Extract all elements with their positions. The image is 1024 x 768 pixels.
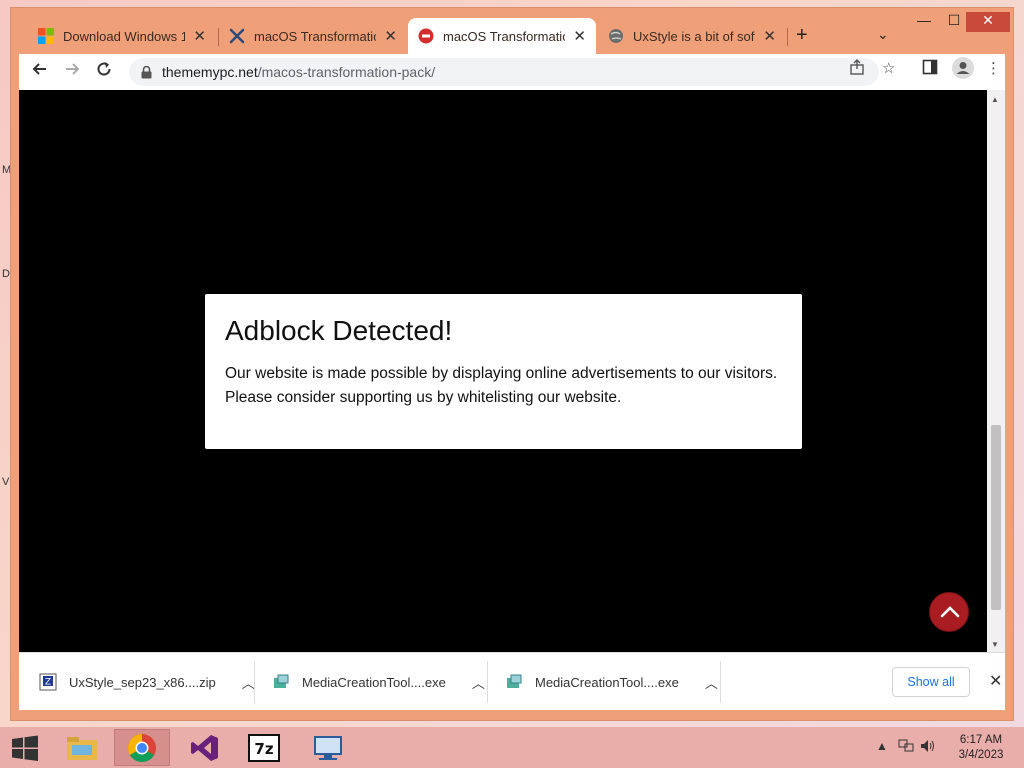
- browser-window: Download Windows 10 ✕ macOS Transformati…: [11, 8, 1013, 720]
- maximize-button[interactable]: ☐: [939, 12, 969, 32]
- desktop-icon-label: D: [2, 268, 10, 280]
- tab-uxstyle[interactable]: UxStyle is a bit of softw ✕: [598, 18, 786, 54]
- globe-icon: [609, 29, 623, 43]
- chevron-up-icon[interactable]: ︿: [242, 673, 255, 692]
- svg-text:7z: 7z: [254, 740, 273, 758]
- tab-macos-transformation-active[interactable]: macOS Transformation ✕: [408, 18, 596, 54]
- back-arrow-icon[interactable]: [31, 60, 49, 83]
- forward-arrow-icon[interactable]: [63, 60, 81, 83]
- clock-time: 6:17 AM: [959, 734, 1003, 746]
- reload-icon[interactable]: [95, 60, 113, 83]
- modal-body-line: Our website is made possible by displayi…: [225, 365, 778, 382]
- close-downloads-icon[interactable]: ✕: [989, 671, 1002, 691]
- desktop-icon-label: M: [2, 164, 12, 176]
- downloads-bar: Z UxStyle_sep23_x86....zip ︿ MediaCreati…: [19, 652, 1005, 710]
- close-window-button[interactable]: ✕: [966, 12, 1010, 32]
- clock-date: 3/4/2023: [958, 749, 1004, 761]
- url-host: thememypc.net: [162, 64, 258, 80]
- scroll-to-top-button[interactable]: [929, 592, 969, 632]
- bookmark-star-icon[interactable]: ☆: [882, 59, 895, 77]
- close-tab-icon[interactable]: ✕: [763, 27, 776, 45]
- site-red-icon: [418, 28, 434, 44]
- tab-title: macOS Transformation: [254, 28, 377, 44]
- address-bar[interactable]: thememypc.net/macos-transformation-pack/: [129, 58, 879, 86]
- close-tab-icon[interactable]: ✕: [384, 27, 397, 45]
- windows-logo-icon: [38, 28, 54, 44]
- tab-macos-transformation-1[interactable]: macOS Transformation ✕: [219, 18, 407, 54]
- tools-icon: [229, 28, 245, 44]
- chevron-up-icon[interactable]: ︿: [705, 673, 718, 692]
- visual-studio-icon[interactable]: [177, 729, 233, 766]
- 7zip-icon[interactable]: 7z: [236, 729, 292, 766]
- tab-strip: Download Windows 10 ✕ macOS Transformati…: [11, 8, 1013, 54]
- tab-title: Download Windows 10: [63, 28, 186, 44]
- svg-text:Z: Z: [45, 678, 51, 688]
- installer-icon: [507, 674, 522, 688]
- close-tab-icon[interactable]: ✕: [193, 27, 206, 45]
- volume-icon[interactable]: [920, 739, 936, 756]
- show-all-button[interactable]: Show all: [892, 667, 970, 697]
- start-windows-icon[interactable]: [10, 733, 40, 763]
- download-item[interactable]: MediaCreationTool....exe ︿: [272, 653, 485, 711]
- new-tab-button[interactable]: +: [796, 24, 808, 47]
- remote-desktop-icon[interactable]: [300, 729, 356, 766]
- tab-download-windows[interactable]: Download Windows 10 ✕: [28, 18, 216, 54]
- tab-title: UxStyle is a bit of softw: [633, 28, 756, 44]
- modal-body: Our website is made possible by displayi…: [225, 362, 782, 410]
- show-hidden-icons-icon[interactable]: ▲: [876, 739, 888, 753]
- network-icon[interactable]: [898, 739, 914, 756]
- side-panel-icon[interactable]: [922, 59, 938, 79]
- lock-icon: [141, 65, 152, 78]
- scroll-thumb[interactable]: [991, 425, 1001, 610]
- chevron-up-icon: [940, 606, 960, 618]
- taskbar: 7z ▲ 6:17 AM 3/4/2023: [0, 727, 1024, 768]
- chrome-icon[interactable]: [114, 729, 170, 766]
- download-filename: UxStyle_sep23_x86....zip: [69, 674, 216, 690]
- download-item[interactable]: Z UxStyle_sep23_x86....zip ︿: [39, 653, 255, 711]
- adblock-modal: Adblock Detected! Our website is made po…: [205, 294, 802, 449]
- download-filename: MediaCreationTool....exe: [302, 674, 446, 690]
- zip-file-icon: Z: [39, 673, 57, 691]
- page-scrollbar[interactable]: ▲ ▼: [987, 90, 1005, 652]
- share-icon[interactable]: [849, 59, 865, 79]
- file-explorer-icon[interactable]: [54, 729, 110, 766]
- page-viewport: Adblock Detected! Our website is made po…: [19, 90, 987, 652]
- modal-body-line: Please consider supporting us by whiteli…: [225, 389, 622, 406]
- browser-toolbar: thememypc.net/macos-transformation-pack/…: [19, 54, 1005, 90]
- tab-title: macOS Transformation: [443, 28, 566, 44]
- tab-search-button[interactable]: ⌄: [877, 26, 889, 43]
- close-tab-icon[interactable]: ✕: [573, 27, 586, 45]
- modal-title: Adblock Detected!: [225, 315, 453, 346]
- installer-icon: [274, 674, 289, 688]
- chevron-up-icon[interactable]: ︿: [472, 673, 485, 692]
- desktop-icon-label: V: [2, 476, 10, 488]
- download-item[interactable]: MediaCreationTool....exe ︿: [505, 653, 718, 711]
- profile-avatar-icon[interactable]: [952, 57, 974, 83]
- scroll-up-arrow-icon[interactable]: ▲: [991, 95, 999, 104]
- taskbar-clock[interactable]: 6:17 AM 3/4/2023: [952, 733, 1010, 763]
- scroll-down-arrow-icon[interactable]: ▼: [991, 640, 999, 649]
- minimize-button[interactable]: —: [909, 12, 939, 32]
- menu-kebab-icon[interactable]: ⋮: [986, 59, 1001, 77]
- url-path: /macos-transformation-pack/: [257, 64, 436, 80]
- download-filename: MediaCreationTool....exe: [535, 674, 679, 690]
